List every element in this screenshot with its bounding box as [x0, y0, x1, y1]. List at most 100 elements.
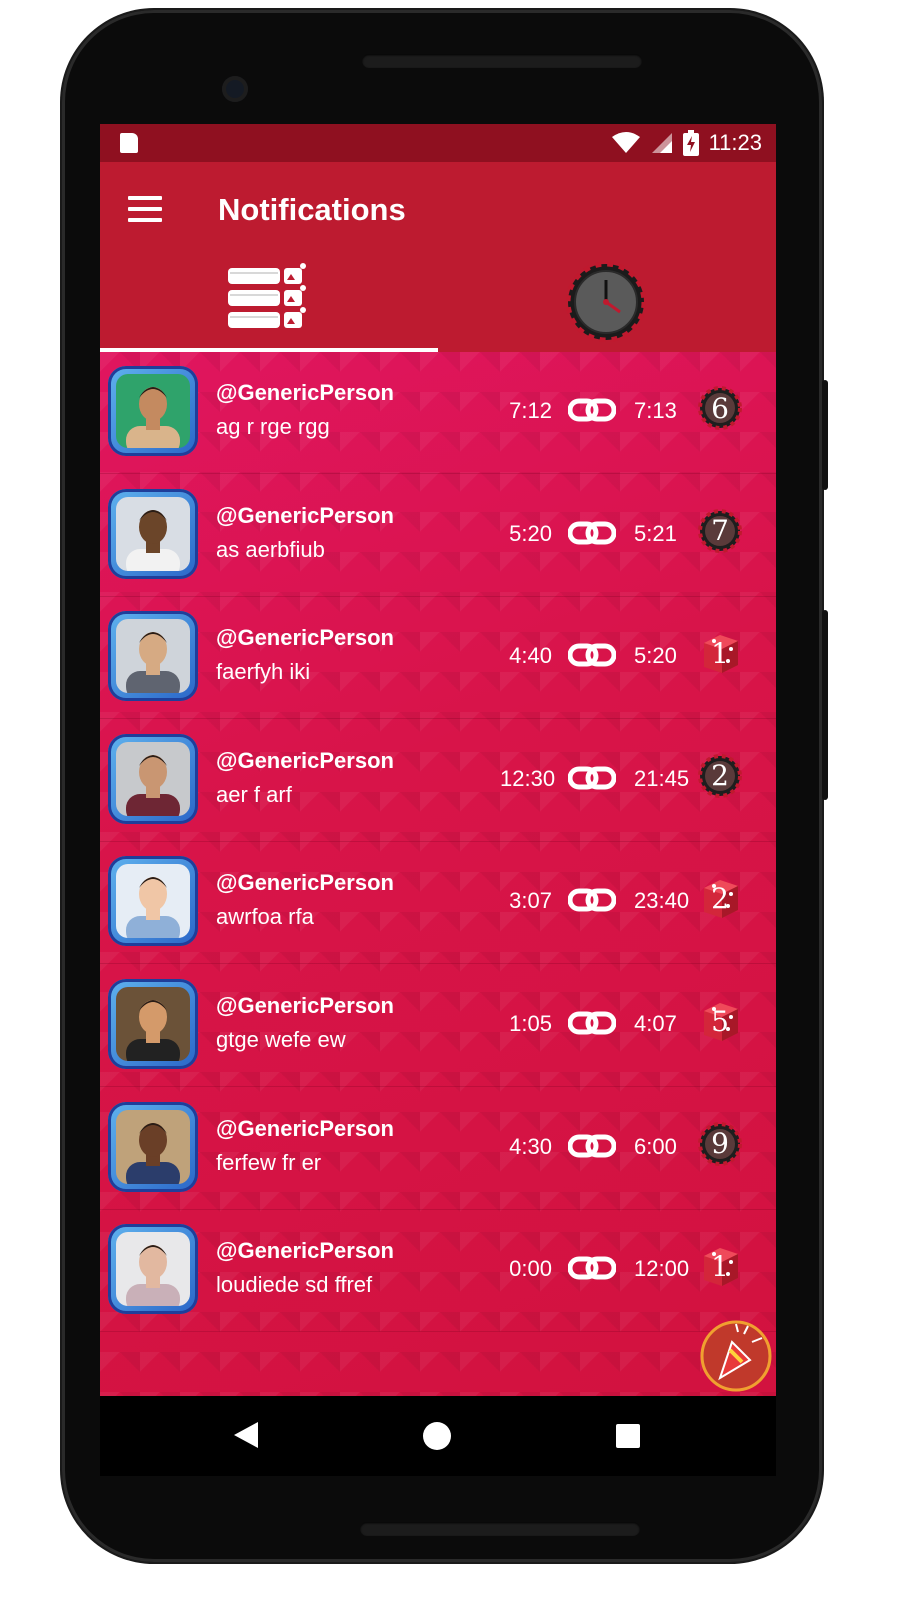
roulette-badge-icon: 9 — [698, 1121, 742, 1166]
start-time: 7:12 — [509, 398, 552, 423]
page-title: Notifications — [218, 192, 406, 227]
notification-row[interactable]: @GenericPerson gtge wefe ew 1:05 4:07 5 — [100, 965, 776, 1087]
badge-number: 9 — [711, 1127, 729, 1161]
front-camera — [222, 76, 248, 102]
dice-badge-icon: 2 — [698, 876, 742, 920]
link-icon — [568, 643, 616, 667]
end-time: 5:20 — [634, 643, 677, 669]
party-popper-icon — [700, 1320, 772, 1392]
message-text: gtge wefe ew — [216, 1027, 346, 1052]
person-avatar-icon — [116, 741, 190, 816]
tab-list[interactable] — [100, 256, 438, 352]
username: @GenericPerson — [216, 502, 394, 528]
notification-row[interactable]: @GenericPerson as aerbfiub 5:20 5:21 7 — [100, 475, 776, 597]
person-avatar-icon — [116, 619, 190, 694]
badge-number: 1 — [711, 636, 729, 670]
start-time: 1:05 — [509, 1011, 552, 1036]
roulette-badge-icon: 7 — [698, 508, 742, 553]
link-icon — [568, 1256, 616, 1280]
avatar — [108, 856, 198, 947]
username: @GenericPerson — [216, 625, 394, 651]
status-bar: 11:23 — [100, 124, 776, 162]
menu-icon[interactable] — [128, 196, 162, 222]
notification-list: @GenericPerson ag r rge rgg 7:12 7:13 6 — [100, 352, 776, 1398]
avatar — [108, 1101, 198, 1192]
person-avatar-icon — [116, 496, 190, 571]
start-time: 0:00 — [509, 1256, 552, 1282]
back-icon[interactable] — [234, 1422, 258, 1448]
badge-number: 6 — [711, 391, 729, 425]
person-avatar-icon — [116, 1109, 190, 1184]
phone-frame: 11:23 Notifications @GenericPerson ag r … — [62, 10, 828, 1562]
system-nav-bar — [100, 1396, 776, 1476]
username: @GenericPerson — [216, 870, 394, 896]
end-time: 12:00 — [634, 1256, 690, 1282]
message-text: aer f arf — [216, 781, 292, 807]
bottom-speaker — [360, 1522, 640, 1536]
power-button — [822, 380, 828, 490]
home-icon[interactable] — [423, 1422, 451, 1450]
wifi-icon — [611, 132, 640, 153]
person-avatar-icon — [116, 987, 190, 1061]
end-time: 7:13 — [634, 398, 677, 423]
start-time: 4:40 — [509, 643, 552, 669]
message-text: as aerbfiub — [216, 536, 325, 562]
message-text: faerfyh iki — [216, 659, 311, 685]
link-icon — [568, 888, 616, 912]
notification-row[interactable]: @GenericPerson ag r rge rgg 7:12 7:13 6 — [100, 352, 776, 474]
avatar — [108, 611, 198, 702]
badge-number: 7 — [711, 514, 729, 548]
sd-card-icon — [120, 133, 138, 153]
end-time: 5:21 — [634, 520, 677, 546]
end-time: 4:07 — [634, 1011, 677, 1036]
person-avatar-icon — [116, 1232, 190, 1307]
username: @GenericPerson — [216, 1238, 394, 1264]
screen: 11:23 Notifications @GenericPerson ag r … — [100, 124, 776, 1476]
battery-icon — [682, 130, 699, 156]
start-time: 3:07 — [509, 888, 552, 914]
notification-row[interactable]: @GenericPerson aer f arf 12:30 21:45 2 — [100, 720, 776, 842]
link-icon — [568, 398, 616, 422]
avatar — [108, 488, 198, 579]
list-icon — [228, 263, 306, 328]
message-text: loudiede sd ffref — [216, 1272, 373, 1298]
status-time: 11:23 — [708, 130, 762, 155]
notification-row[interactable]: @GenericPerson faerfyh iki 4:40 5:20 1 — [100, 597, 776, 720]
roulette-badge-icon: 6 — [698, 386, 742, 430]
message-text: ferfew fr er — [216, 1149, 322, 1175]
person-avatar-icon — [116, 374, 190, 448]
fab-button[interactable] — [700, 1320, 772, 1392]
username: @GenericPerson — [216, 747, 394, 773]
start-time: 12:30 — [500, 765, 556, 791]
earpiece-speaker — [362, 54, 642, 68]
username: @GenericPerson — [216, 993, 394, 1018]
tab-clock[interactable] — [438, 256, 776, 352]
badge-number: 1 — [711, 1249, 729, 1283]
link-icon — [568, 766, 616, 790]
badge-number: 2 — [711, 881, 729, 915]
roulette-badge-icon: 2 — [698, 753, 742, 798]
start-time: 4:30 — [509, 1133, 552, 1159]
start-time: 5:20 — [509, 520, 552, 546]
cell-signal-icon — [651, 133, 672, 153]
username: @GenericPerson — [216, 380, 394, 405]
avatar — [108, 979, 198, 1069]
avatar — [108, 1224, 198, 1315]
dice-badge-icon: 5 — [698, 999, 742, 1043]
badge-number: 5 — [711, 1004, 729, 1038]
recent-apps-icon[interactable] — [616, 1424, 640, 1448]
avatar — [108, 366, 198, 456]
app-bar: Notifications — [100, 162, 776, 352]
person-avatar-icon — [116, 864, 190, 939]
avatar — [108, 733, 198, 824]
link-icon — [568, 521, 616, 545]
link-icon — [568, 1134, 616, 1158]
clock-icon — [566, 262, 646, 342]
notification-row[interactable]: @GenericPerson ferfew fr er 4:30 6:00 9 — [100, 1088, 776, 1210]
message-text: ag r rge rgg — [216, 414, 330, 439]
link-icon — [568, 1011, 616, 1035]
notification-row[interactable]: @GenericPerson awrfoa rfa 3:07 23:40 2 — [100, 842, 776, 965]
notification-row[interactable]: @GenericPerson loudiede sd ffref 0:00 12… — [100, 1210, 776, 1333]
end-time: 23:40 — [634, 888, 690, 914]
volume-button — [822, 610, 828, 800]
